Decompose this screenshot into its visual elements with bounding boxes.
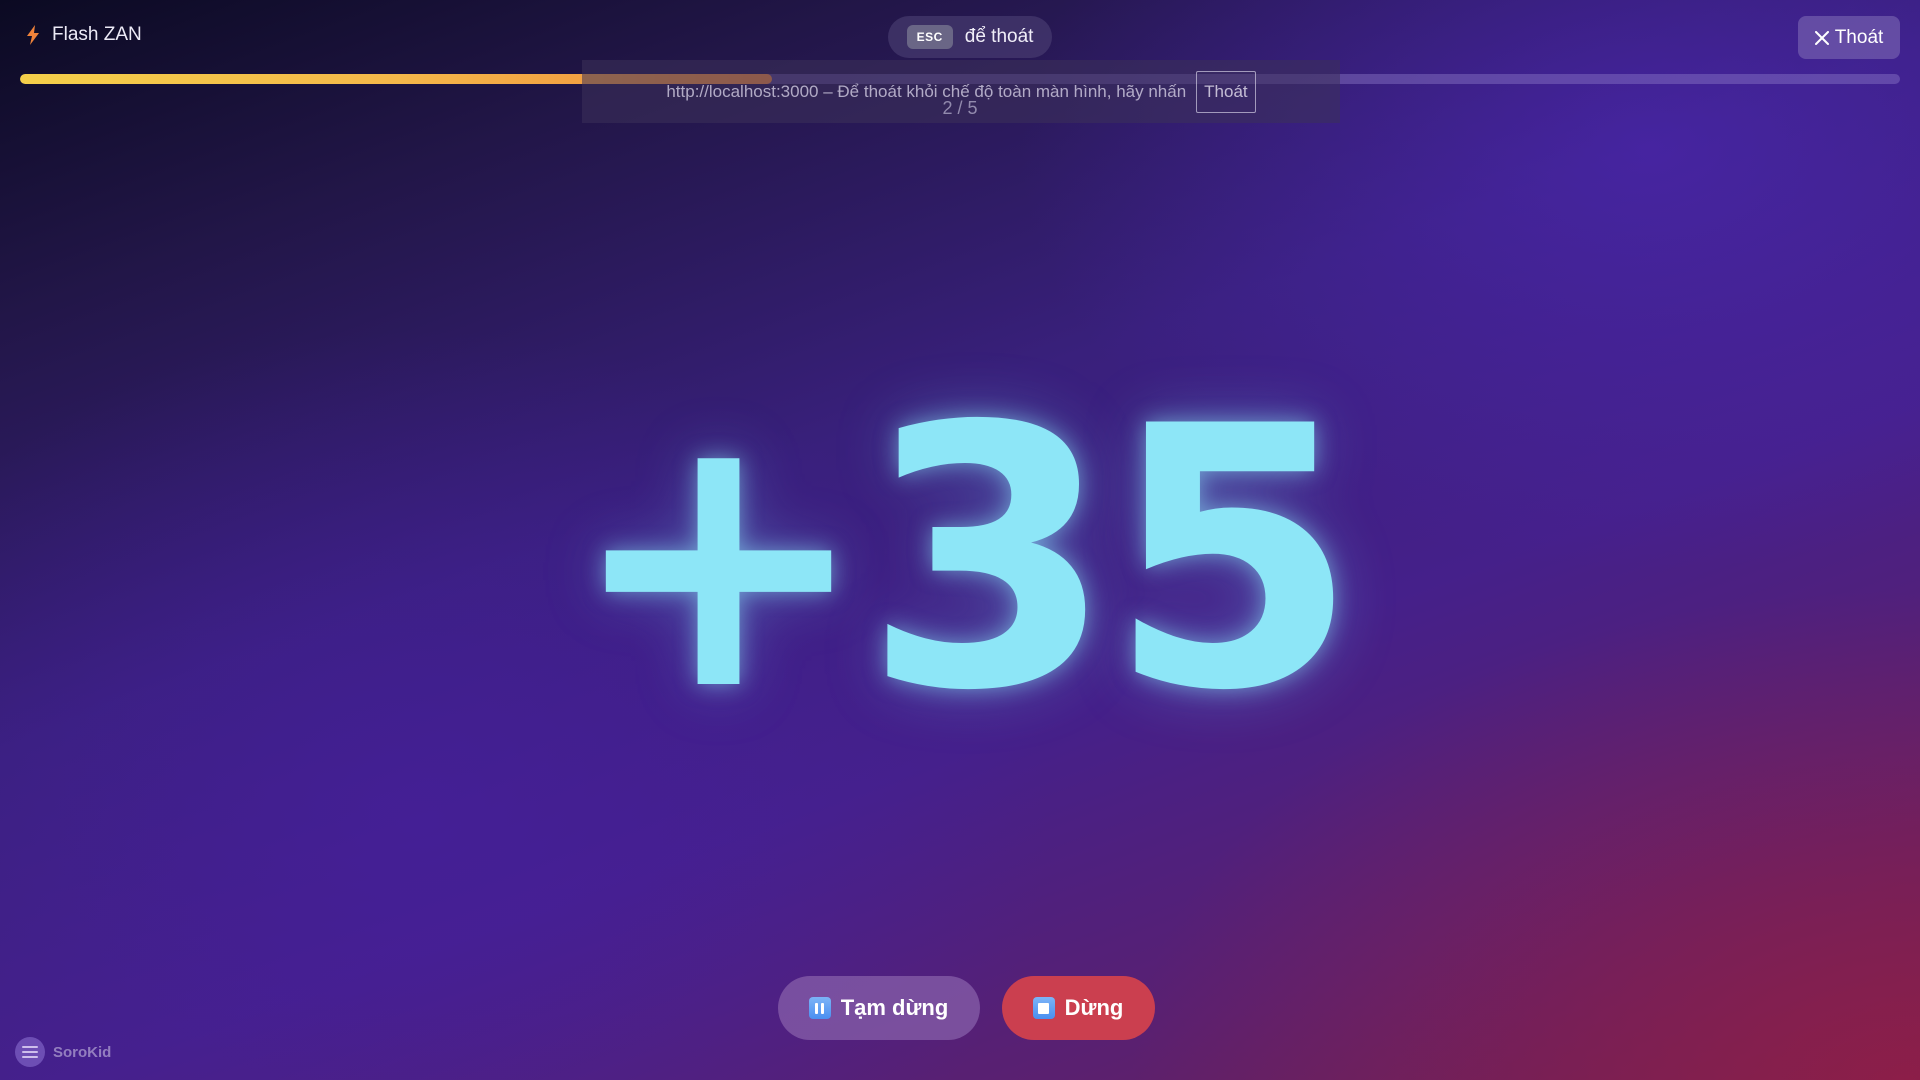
app-title-text: Flash ZAN bbox=[52, 24, 142, 45]
brand: SoroKid bbox=[15, 1037, 111, 1067]
esc-hint: ESC để thoát bbox=[888, 16, 1052, 58]
esc-key: ESC bbox=[906, 25, 953, 49]
pause-button[interactable]: Tạm dừng bbox=[777, 976, 980, 1040]
stop-button[interactable]: Dừng bbox=[1001, 976, 1155, 1040]
pause-icon bbox=[808, 997, 831, 1019]
stop-icon bbox=[1032, 997, 1055, 1019]
step-counter: 2 / 5 bbox=[942, 98, 978, 118]
stop-button-label: Dừng bbox=[1064, 995, 1124, 1020]
lightning-icon bbox=[27, 25, 39, 45]
abacus-icon bbox=[15, 1037, 45, 1067]
app-title: Flash ZAN bbox=[26, 24, 142, 46]
flash-number: +35 bbox=[567, 350, 1359, 769]
brand-name: SoroKid bbox=[53, 1043, 112, 1061]
exit-button[interactable]: Thoát bbox=[1798, 16, 1900, 59]
esc-hint-text: để thoát bbox=[964, 26, 1034, 47]
close-icon bbox=[1814, 30, 1829, 45]
exit-button-label: Thoát bbox=[1834, 26, 1884, 48]
pause-button-label: Tạm dừng bbox=[840, 995, 949, 1020]
controls: Tạm dừng Dừng bbox=[0, 976, 1920, 1040]
